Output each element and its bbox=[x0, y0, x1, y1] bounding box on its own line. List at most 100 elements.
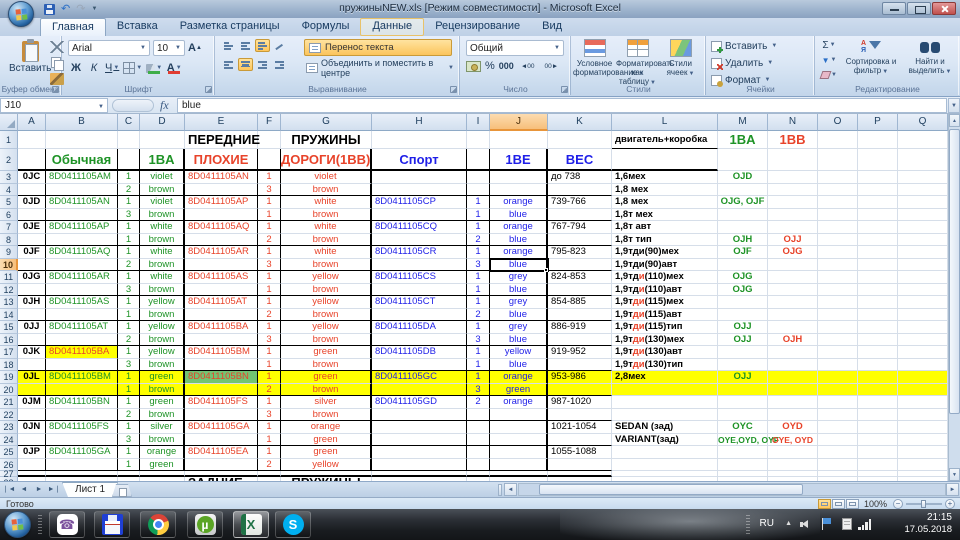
clipboard-dialog-launcher[interactable] bbox=[52, 86, 59, 93]
align-bottom-icon[interactable] bbox=[255, 39, 270, 52]
cell-F12[interactable]: 1 bbox=[258, 283, 281, 296]
cell-A21[interactable]: 0JM bbox=[18, 396, 46, 409]
cell-D17[interactable]: yellow bbox=[140, 346, 185, 359]
cell-A14[interactable] bbox=[18, 308, 46, 321]
zoom-in-icon[interactable]: + bbox=[945, 499, 955, 509]
cell-L24[interactable]: VARIANT(зад) bbox=[612, 433, 718, 446]
grow-font-button[interactable]: А ▲ bbox=[187, 40, 203, 56]
cell-H4[interactable] bbox=[372, 183, 467, 196]
office-button[interactable] bbox=[8, 1, 34, 27]
taskbar-excel[interactable]: X bbox=[233, 511, 269, 538]
cell-B26[interactable] bbox=[46, 458, 118, 471]
cell-J14[interactable]: blue bbox=[490, 308, 548, 321]
cell-K12[interactable] bbox=[548, 283, 612, 296]
cell-I24[interactable] bbox=[467, 433, 490, 446]
row-header-11[interactable]: 11 bbox=[0, 271, 18, 284]
cell-B25[interactable]: 8D0411105GA bbox=[46, 446, 118, 459]
cell-G6[interactable]: brown bbox=[281, 208, 372, 221]
row-header-21[interactable]: 21 bbox=[0, 396, 18, 409]
cell-Q11[interactable] bbox=[898, 271, 948, 284]
action-center-flag-icon[interactable] bbox=[822, 518, 832, 530]
horizontal-scroll-thumb[interactable] bbox=[539, 484, 804, 495]
cell-C1[interactable] bbox=[118, 131, 140, 149]
cell-H23[interactable] bbox=[372, 421, 467, 434]
cell-P13[interactable] bbox=[858, 296, 898, 309]
language-indicator[interactable]: RU bbox=[760, 518, 774, 529]
cell-B22[interactable] bbox=[46, 408, 118, 421]
cell-L10[interactable]: 1,9тди(90)авт bbox=[612, 258, 718, 271]
cell-L8[interactable]: 1,8т тип bbox=[612, 233, 718, 246]
cell-C19[interactable]: 1 bbox=[118, 371, 140, 384]
row-header-18[interactable]: 18 bbox=[0, 358, 18, 371]
cell-H6[interactable] bbox=[372, 208, 467, 221]
cell-K22[interactable] bbox=[548, 408, 612, 421]
column-header-N[interactable]: N bbox=[768, 114, 818, 131]
cell-I23[interactable] bbox=[467, 421, 490, 434]
row-header-23[interactable]: 23 bbox=[0, 421, 18, 434]
cell-O26[interactable] bbox=[818, 458, 858, 471]
cell-M23[interactable]: OYC bbox=[718, 421, 768, 434]
cell-A8[interactable] bbox=[18, 233, 46, 246]
cell-C5[interactable]: 1 bbox=[118, 196, 140, 209]
cell-D15[interactable]: yellow bbox=[140, 321, 185, 334]
cell-O23[interactable] bbox=[818, 421, 858, 434]
cell-A26[interactable] bbox=[18, 458, 46, 471]
font-size-select[interactable]: 10 ▼ bbox=[153, 40, 185, 56]
cell-O2[interactable] bbox=[818, 149, 858, 171]
cell-B17[interactable]: 8D0411105BA bbox=[46, 346, 118, 359]
cell-O18[interactable] bbox=[818, 358, 858, 371]
page-break-view-icon[interactable] bbox=[846, 499, 859, 509]
start-button[interactable] bbox=[4, 511, 31, 538]
cell-H19[interactable]: 8D0411105GC bbox=[372, 371, 467, 384]
cell-N12[interactable] bbox=[768, 283, 818, 296]
cell-F4[interactable]: 3 bbox=[258, 183, 281, 196]
paste-button[interactable]: Вставить▼ bbox=[8, 39, 58, 85]
cell-N22[interactable] bbox=[768, 408, 818, 421]
cell-F3[interactable]: 1 bbox=[258, 171, 281, 184]
name-box[interactable]: J10 ▼ bbox=[0, 98, 108, 113]
cell-J2[interactable]: 1BE bbox=[490, 149, 548, 171]
cell-J21[interactable]: orange bbox=[490, 396, 548, 409]
cell-E16[interactable] bbox=[185, 333, 258, 346]
orientation-icon[interactable] bbox=[272, 39, 287, 52]
cell-G18[interactable]: brown bbox=[281, 358, 372, 371]
cell-I18[interactable]: 1 bbox=[467, 358, 490, 371]
cell-C11[interactable]: 1 bbox=[118, 271, 140, 284]
cell-Q7[interactable] bbox=[898, 221, 948, 234]
cell-Q10[interactable] bbox=[898, 258, 948, 271]
cell-P1[interactable] bbox=[858, 131, 898, 149]
cell-G4[interactable]: brown bbox=[281, 183, 372, 196]
cell-E13[interactable]: 8D0411105AT bbox=[185, 296, 258, 309]
cell-K5[interactable]: 739-766 bbox=[548, 196, 612, 209]
cell-H5[interactable]: 8D0411105CP bbox=[372, 196, 467, 209]
alignment-dialog-launcher[interactable] bbox=[450, 86, 457, 93]
tab-Разметка страницы[interactable]: Разметка страницы bbox=[169, 18, 291, 36]
cell-P16[interactable] bbox=[858, 333, 898, 346]
cell-F9[interactable]: 1 bbox=[258, 246, 281, 259]
cell-J15[interactable]: grey bbox=[490, 321, 548, 334]
cell-I5[interactable]: 1 bbox=[467, 196, 490, 209]
cell-K14[interactable] bbox=[548, 308, 612, 321]
cell-H24[interactable] bbox=[372, 433, 467, 446]
cell-L20[interactable] bbox=[612, 383, 718, 396]
cell-E4[interactable] bbox=[185, 183, 258, 196]
clear-button[interactable]: ▼ bbox=[819, 68, 838, 82]
column-header-P[interactable]: P bbox=[858, 114, 898, 131]
cell-J11[interactable]: grey bbox=[490, 271, 548, 284]
cell-A3[interactable]: 0JC bbox=[18, 171, 46, 184]
cell-P11[interactable] bbox=[858, 271, 898, 284]
prev-sheet-icon[interactable]: ◄ bbox=[17, 483, 31, 496]
cell-D13[interactable]: yellow bbox=[140, 296, 185, 309]
cell-M17[interactable] bbox=[718, 346, 768, 359]
column-header-G[interactable]: G bbox=[281, 114, 372, 131]
cell-J24[interactable] bbox=[490, 433, 548, 446]
cell-E20[interactable] bbox=[185, 383, 258, 396]
autosum-button[interactable]: Σ ▼ bbox=[820, 38, 838, 52]
cell-C3[interactable]: 1 bbox=[118, 171, 140, 184]
cell-C24[interactable]: 3 bbox=[118, 433, 140, 446]
cell-J26[interactable] bbox=[490, 458, 548, 471]
cell-N14[interactable] bbox=[768, 308, 818, 321]
cell-E3[interactable]: 8D0411105AN bbox=[185, 171, 258, 184]
align-middle-icon[interactable] bbox=[238, 39, 253, 52]
cell-D4[interactable]: brown bbox=[140, 183, 185, 196]
